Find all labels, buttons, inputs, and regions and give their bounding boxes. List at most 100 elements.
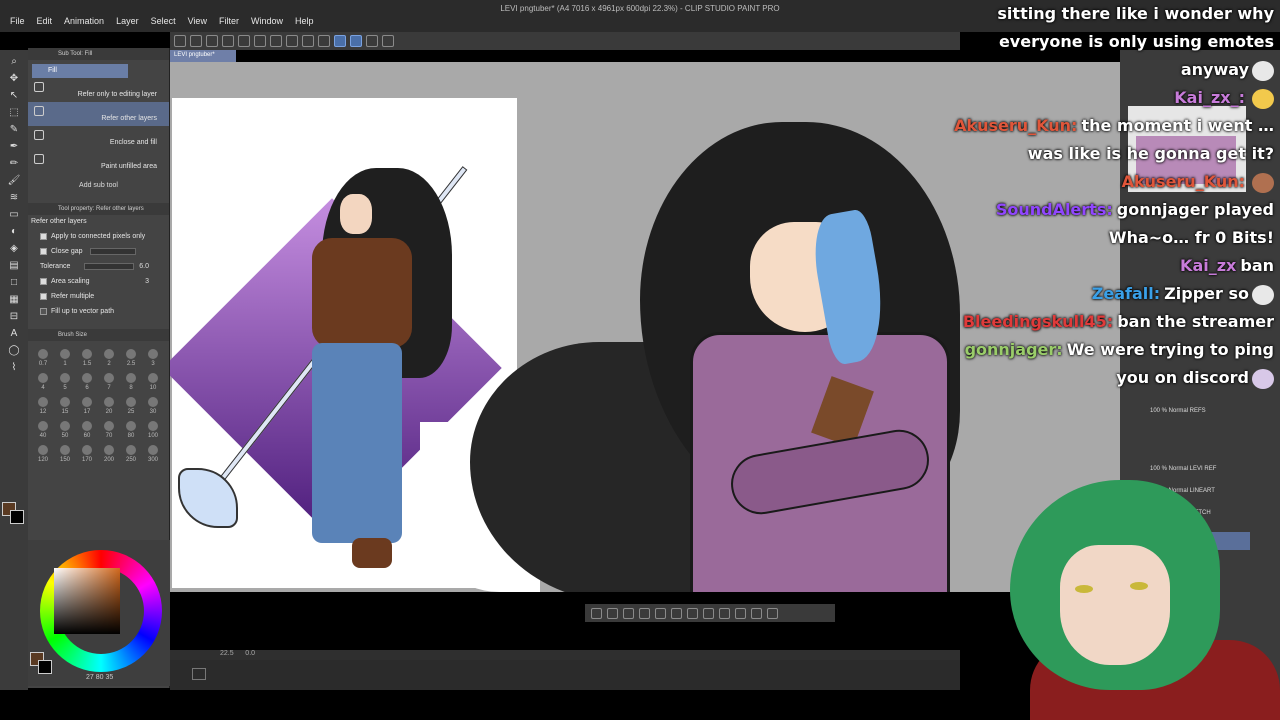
redo-icon[interactable] [238, 35, 250, 47]
text-icon[interactable]: A [7, 329, 21, 339]
invert-icon[interactable] [607, 607, 618, 619]
prop-area-scaling[interactable]: Area scaling 3 [28, 274, 169, 289]
clear-outside-icon[interactable] [671, 607, 682, 619]
subtool-group-tab[interactable]: Fill [32, 64, 128, 78]
subtool-item-paint-unfilled[interactable]: Paint unfilled area [28, 150, 169, 174]
tolerance-slider[interactable] [84, 263, 134, 270]
canvas-tab[interactable]: LEVI pngtuber* [170, 50, 236, 62]
settings-icon[interactable] [382, 35, 394, 47]
transform-icon[interactable] [286, 35, 298, 47]
brush-size-preset[interactable]: 12 [32, 393, 54, 415]
brush-size-preset[interactable]: 17 [76, 393, 98, 415]
correct-line-icon[interactable]: ⌇ [7, 363, 21, 373]
paste-icon[interactable] [719, 607, 730, 619]
brush-size-preset[interactable]: 1 [54, 345, 76, 367]
operation-icon[interactable]: ↖ [7, 91, 21, 101]
menu-file[interactable]: File [4, 16, 31, 26]
blend-icon[interactable]: ◐ [7, 227, 21, 237]
brush-size-preset[interactable]: 7 [98, 369, 120, 391]
menu-filter[interactable]: Filter [213, 16, 245, 26]
snap-icon[interactable] [334, 35, 346, 47]
ruler-snap-icon[interactable] [350, 35, 362, 47]
brush-size-preset[interactable]: 15 [54, 393, 76, 415]
prop-close-gap[interactable]: Close gap [28, 244, 169, 259]
checkbox[interactable] [40, 233, 47, 240]
balloon-icon[interactable]: ◯ [7, 346, 21, 356]
fill-tool-icon[interactable]: ◈ [7, 244, 21, 254]
checkbox[interactable] [40, 293, 47, 300]
brush-size-preset[interactable]: 10 [142, 369, 164, 391]
add-subtool-button[interactable]: Add sub tool [28, 174, 169, 197]
new-icon[interactable] [174, 35, 186, 47]
brush-size-preset[interactable]: 2 [98, 345, 120, 367]
undo-icon[interactable] [222, 35, 234, 47]
move-icon[interactable]: ✥ [7, 74, 21, 84]
sub-color-swatch[interactable] [10, 510, 24, 524]
expand-icon[interactable] [623, 607, 634, 619]
brush-size-preset[interactable]: 8 [120, 369, 142, 391]
brush-size-preset[interactable]: 1.5 [76, 345, 98, 367]
zoom-icon[interactable]: ⌕ [7, 57, 21, 67]
shrink-icon[interactable] [639, 607, 650, 619]
deselect-icon[interactable] [591, 607, 602, 619]
selection-icon[interactable]: ⬚ [7, 108, 21, 118]
figure-icon[interactable]: □ [7, 278, 21, 288]
brush-size-preset[interactable]: 20 [98, 393, 120, 415]
brush-size-preset[interactable]: 170 [76, 441, 98, 463]
fill-icon[interactable] [687, 607, 698, 619]
close-gap-slider[interactable] [90, 248, 136, 255]
menu-select[interactable]: Select [145, 16, 182, 26]
subtool-item-enclose-fill[interactable]: Enclose and fill [28, 126, 169, 150]
brush-size-preset[interactable]: 300 [142, 441, 164, 463]
prop-fill-vector[interactable]: Fill up to vector path [28, 304, 169, 319]
airbrush-icon[interactable]: ≋ [7, 193, 21, 203]
brush-size-preset[interactable]: 120 [32, 441, 54, 463]
eyedropper-icon[interactable]: ✎ [7, 125, 21, 135]
prop-tolerance[interactable]: Tolerance 6.0 [28, 259, 169, 274]
deselect-icon[interactable] [318, 35, 330, 47]
menu-view[interactable]: View [182, 16, 213, 26]
brush-size-preset[interactable]: 150 [54, 441, 76, 463]
ruler-icon[interactable]: ⊟ [7, 312, 21, 322]
brush-size-preset[interactable]: 5 [54, 369, 76, 391]
menu-edit[interactable]: Edit [31, 16, 59, 26]
prop-connected-pixels[interactable]: Apply to connected pixels only [28, 229, 169, 244]
brush-size-preset[interactable]: 0.7 [32, 345, 54, 367]
save-icon[interactable] [206, 35, 218, 47]
brush-size-preset[interactable]: 2.5 [120, 345, 142, 367]
brush-size-preset[interactable]: 60 [76, 417, 98, 439]
menu-window[interactable]: Window [245, 16, 289, 26]
brush-size-preset[interactable]: 50 [54, 417, 76, 439]
brush-size-preset[interactable]: 6 [76, 369, 98, 391]
checkbox[interactable] [40, 308, 47, 315]
frame-icon[interactable]: ▦ [7, 295, 21, 305]
pencil-icon[interactable]: ✏ [7, 159, 21, 169]
brush-size-preset[interactable]: 80 [120, 417, 142, 439]
brush-size-preset[interactable]: 250 [120, 441, 142, 463]
clear-icon[interactable] [254, 35, 266, 47]
brush-size-preset[interactable]: 3 [142, 345, 164, 367]
clear-icon[interactable] [655, 607, 666, 619]
menu-animation[interactable]: Animation [58, 16, 110, 26]
prop-refer-multiple[interactable]: Refer multiple [28, 289, 169, 304]
brush-size-preset[interactable]: 70 [98, 417, 120, 439]
grid-snap-icon[interactable] [366, 35, 378, 47]
checkbox[interactable] [40, 248, 47, 255]
brush-size-preset[interactable]: 30 [142, 393, 164, 415]
copy-icon[interactable] [703, 607, 714, 619]
sub-color-indicator[interactable] [38, 660, 52, 674]
layer-row[interactable]: 100 % Normal REFS [1150, 408, 1250, 426]
brush-size-preset[interactable]: 25 [120, 393, 142, 415]
subtool-item-refer-editing[interactable]: Refer only to editing layer [28, 78, 169, 102]
fill-icon[interactable] [270, 35, 282, 47]
saturation-value-box[interactable] [54, 568, 120, 634]
brush-size-preset[interactable]: 4 [32, 369, 54, 391]
checkbox[interactable] [40, 278, 47, 285]
gradient-icon[interactable]: ▤ [7, 261, 21, 271]
pen-icon[interactable]: ✒ [7, 142, 21, 152]
menu-layer[interactable]: Layer [110, 16, 145, 26]
eraser-icon[interactable]: ▭ [7, 210, 21, 220]
new-layer-icon[interactable] [751, 607, 762, 619]
select-all-icon[interactable] [302, 35, 314, 47]
scale-icon[interactable] [735, 607, 746, 619]
